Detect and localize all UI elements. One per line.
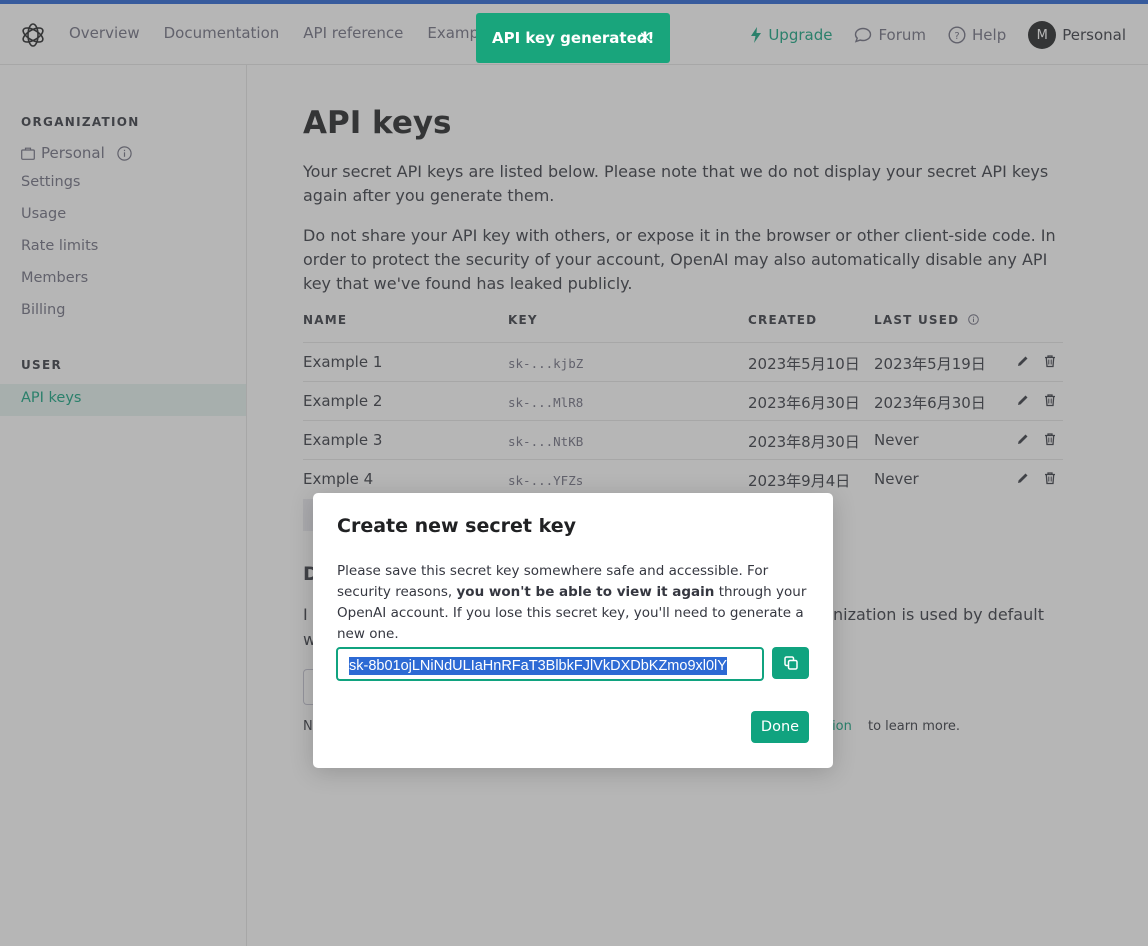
- modal-backdrop[interactable]: [0, 0, 1148, 946]
- copy-icon: [783, 656, 798, 670]
- secret-key-value[interactable]: sk-8b01ojLNiNdULIaHnRFaT3BlbkFJlVkDXDbKZ…: [349, 657, 727, 675]
- toast-message: API key generated!: [492, 29, 655, 47]
- dialog-description-bold: you won't be able to view it again: [456, 584, 715, 600]
- dialog-title: Create new secret key: [337, 515, 576, 537]
- success-toast: API key generated! ×: [476, 13, 670, 63]
- secret-key-input[interactable]: sk-8b01ojLNiNdULIaHnRFaT3BlbkFJlVkDXDbKZ…: [336, 647, 764, 681]
- create-secret-key-dialog: Create new secret key Please save this s…: [313, 493, 833, 768]
- done-button[interactable]: Done: [751, 711, 809, 743]
- dialog-description: Please save this secret key somewhere sa…: [337, 561, 812, 645]
- close-icon[interactable]: ×: [639, 27, 652, 46]
- copy-button[interactable]: [772, 647, 809, 679]
